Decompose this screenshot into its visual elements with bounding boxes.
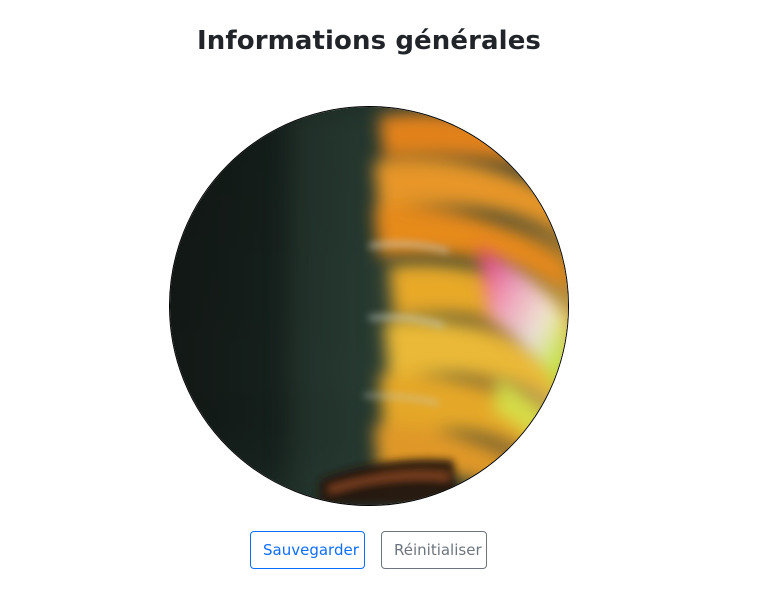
avatar-image (170, 107, 568, 505)
action-bar: Sauvegarder Réinitialiser (250, 531, 487, 569)
reset-button[interactable]: Réinitialiser (381, 531, 487, 569)
page: Informations générales Sauvegarder Réini… (0, 0, 761, 611)
save-button[interactable]: Sauvegarder (250, 531, 365, 569)
page-title: Informations générales (196, 26, 542, 56)
avatar (169, 106, 569, 506)
